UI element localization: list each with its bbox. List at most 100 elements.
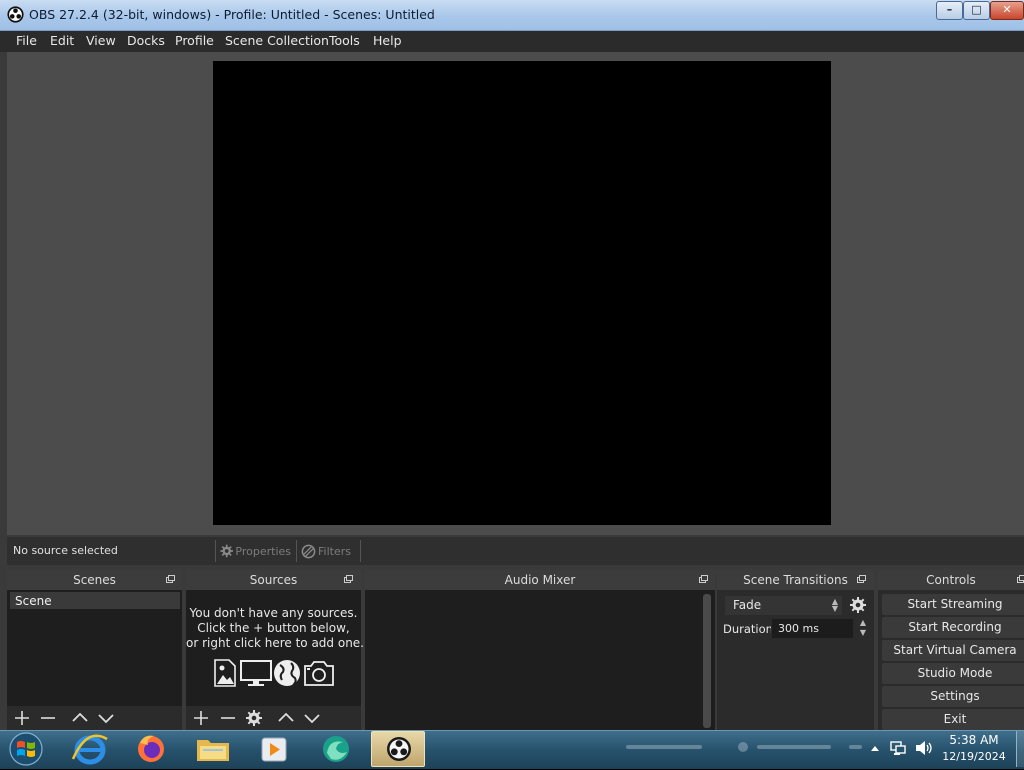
internet-explorer-icon[interactable] [63, 731, 117, 767]
scene-transitions-dock-title: Scene Transitions [717, 573, 874, 587]
minimize-icon: – [937, 3, 962, 16]
monitor-source-icon [241, 661, 271, 686]
context-separator [360, 540, 361, 562]
clock-date[interactable]: 12/19/2024 [940, 750, 1008, 763]
undock-icon[interactable] [699, 575, 708, 583]
start-streaming-button[interactable]: Start Streaming [882, 594, 1024, 615]
gear-icon [220, 543, 233, 559]
menu-tools[interactable]: Tools [329, 33, 360, 48]
audio-mixer-dock: Audio Mixer [365, 570, 715, 730]
menu-view[interactable]: View [86, 33, 116, 48]
menu-edit[interactable]: Edit [50, 33, 74, 48]
mixer-scrollbar[interactable] [703, 594, 711, 728]
close-icon: ✕ [991, 3, 1023, 16]
scene-transitions-dock-header: Scene Transitions [717, 570, 874, 590]
menu-scene-collection[interactable]: Scene Collection [225, 33, 329, 48]
transition-select[interactable]: Fade ▲▼ [724, 595, 843, 616]
duration-value: 300 ms [778, 622, 819, 635]
controls-dock-header: Controls [878, 570, 1024, 590]
filters-label: Filters [318, 545, 351, 558]
sources-toolbar [186, 706, 361, 730]
file-explorer-icon[interactable] [186, 731, 240, 767]
chevron-updown-icon: ▲▼ [832, 598, 838, 612]
transition-selected-value: Fade [733, 598, 761, 612]
remove-scene-icon[interactable] [39, 709, 57, 727]
menu-bar: File Edit View Docks Profile Scene Colle… [0, 31, 1024, 52]
exit-button[interactable]: Exit [882, 709, 1024, 730]
empty-sources-line: or right click here to add one. [186, 636, 361, 651]
audio-mixer-dock-title: Audio Mixer [365, 573, 715, 587]
undock-icon[interactable] [857, 575, 866, 583]
sources-dock: Sources You don't have any sources. Clic… [186, 570, 361, 730]
menu-docks[interactable]: Docks [127, 33, 165, 48]
empty-sources-line: You don't have any sources. [186, 606, 361, 621]
show-desktop-button[interactable] [1016, 731, 1024, 767]
filters-button[interactable]: Filters [296, 540, 354, 562]
obs-logo-icon [7, 6, 24, 23]
scene-transitions-dock: Scene Transitions [717, 570, 874, 730]
clock-time[interactable]: 5:38 AM [944, 733, 1004, 747]
properties-label: Properties [235, 545, 291, 558]
undock-icon[interactable] [1017, 575, 1024, 583]
menu-help[interactable]: Help [373, 33, 402, 48]
scenes-toolbar [7, 706, 182, 730]
empty-sources-message: You don't have any sources. Click the + … [186, 606, 361, 651]
start-virtual-camera-button[interactable]: Start Virtual Camera [882, 640, 1024, 661]
empty-sources-line: Click the + button below, [186, 621, 361, 636]
controls-dock-title: Controls [878, 573, 1024, 587]
image-source-icon [215, 660, 235, 686]
move-scene-up-icon[interactable] [71, 709, 89, 727]
duration-label: Duration [723, 622, 773, 636]
media-player-icon[interactable] [247, 731, 301, 767]
filter-icon [301, 544, 316, 559]
source-properties-gear-icon[interactable] [245, 709, 263, 727]
remove-source-icon[interactable] [219, 709, 237, 727]
duration-input[interactable]: 300 ms [771, 618, 854, 639]
show-hidden-icons-icon[interactable] [870, 744, 880, 752]
add-source-icon[interactable] [192, 709, 210, 727]
start-button[interactable] [7, 731, 45, 767]
globe-source-icon [274, 660, 300, 686]
menu-profile[interactable]: Profile [175, 33, 214, 48]
scene-item-label: Scene [15, 594, 52, 608]
undock-icon[interactable] [166, 575, 175, 583]
start-recording-button[interactable]: Start Recording [882, 617, 1024, 638]
menu-file[interactable]: File [16, 33, 37, 48]
context-bar [7, 537, 1024, 565]
edge-icon[interactable] [309, 731, 363, 767]
minimize-button[interactable]: – [936, 1, 963, 20]
duration-stepper[interactable]: ▲▼ [855, 618, 871, 639]
preview-canvas[interactable] [213, 61, 831, 525]
settings-button[interactable]: Settings [882, 686, 1024, 707]
audio-mixer-dock-header: Audio Mixer [365, 570, 715, 590]
scenes-dock-header: Scenes [7, 570, 182, 590]
move-source-up-icon[interactable] [277, 709, 295, 727]
transition-gear-icon[interactable] [849, 596, 867, 614]
move-scene-down-icon[interactable] [97, 709, 115, 727]
maximize-icon: □ [964, 3, 989, 16]
obs-icon [372, 732, 426, 766]
obs-taskbar-button[interactable] [371, 731, 425, 767]
move-source-down-icon[interactable] [303, 709, 321, 727]
audio-mixer-area[interactable] [365, 590, 715, 730]
firefox-icon[interactable] [124, 731, 178, 767]
camera-source-icon [305, 662, 333, 685]
scenes-dock-title: Scenes [7, 573, 182, 587]
scene-list-item[interactable]: Scene [10, 592, 180, 609]
obs-main-window: OBS 27.2.4 (32-bit, windows) - Profile: … [0, 0, 1024, 730]
volume-icon[interactable] [914, 740, 934, 756]
title-bar[interactable]: OBS 27.2.4 (32-bit, windows) - Profile: … [0, 0, 1024, 31]
network-icon[interactable] [889, 740, 907, 756]
selection-status: No source selected [13, 544, 118, 557]
studio-mode-button[interactable]: Studio Mode [882, 663, 1024, 684]
close-button[interactable]: ✕ [990, 1, 1024, 20]
blurred-tray-area [626, 740, 862, 754]
sources-dock-header: Sources [186, 570, 361, 590]
add-scene-icon[interactable] [13, 709, 31, 727]
source-type-icons [212, 658, 337, 688]
sources-dock-title: Sources [186, 573, 361, 587]
maximize-button[interactable]: □ [963, 1, 990, 20]
undock-icon[interactable] [344, 575, 353, 583]
scenes-dock: Scenes Scene [7, 570, 182, 730]
properties-button[interactable]: Properties [215, 540, 291, 562]
